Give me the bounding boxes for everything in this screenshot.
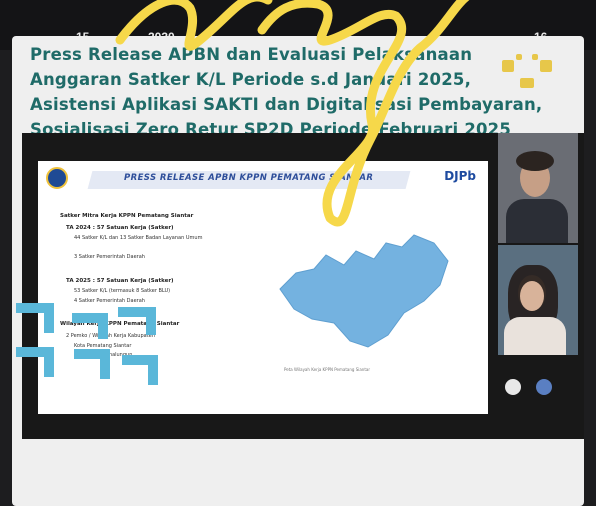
region-map xyxy=(279,234,449,348)
slide-ta2024: TA 2024 : 57 Satuan Kerja (Satker) xyxy=(66,225,174,231)
slide-section-satker: Satker Mitra Kerja KPPN Pematang Siantar xyxy=(60,213,194,219)
brand-logo-icon xyxy=(502,54,558,102)
slide-ta2024-detail-2: 3 Satker Pemerintah Daerah xyxy=(74,254,145,260)
kemenkeu-logo-icon xyxy=(46,167,68,189)
slide-ta2025-detail-1: 53 Satker K/L (termasuk 8 Satker BLU) xyxy=(74,288,171,294)
post-headline: Press Release APBN dan Evaluasi Pelaksan… xyxy=(30,45,543,139)
djpb-logo-icon: DJPb xyxy=(444,169,476,183)
camera-control-icon[interactable] xyxy=(505,379,521,395)
slide-header: PRESS RELEASE APBN KPPN PEMATANG SIANTAR… xyxy=(38,161,488,201)
mic-control-icon[interactable] xyxy=(536,379,552,395)
participant-camera-1 xyxy=(498,133,578,243)
slide-ta2024-detail-1: 44 Satker K/L dan 13 Satker Badan Layana… xyxy=(74,235,203,241)
slide-title: PRESS RELEASE APBN KPPN PEMATANG SIANTAR xyxy=(124,173,374,183)
map-caption: Peta Wilayah Kerja KPPN Pematang Siantar xyxy=(284,367,371,372)
participant-camera-2 xyxy=(498,245,578,355)
video-call-screen: PRESS RELEASE APBN KPPN PEMATANG SIANTAR… xyxy=(16,133,584,439)
slide-ta2025: TA 2025 : 57 Satuan Kerja (Satker) xyxy=(66,278,174,284)
decorative-pattern xyxy=(16,303,172,443)
